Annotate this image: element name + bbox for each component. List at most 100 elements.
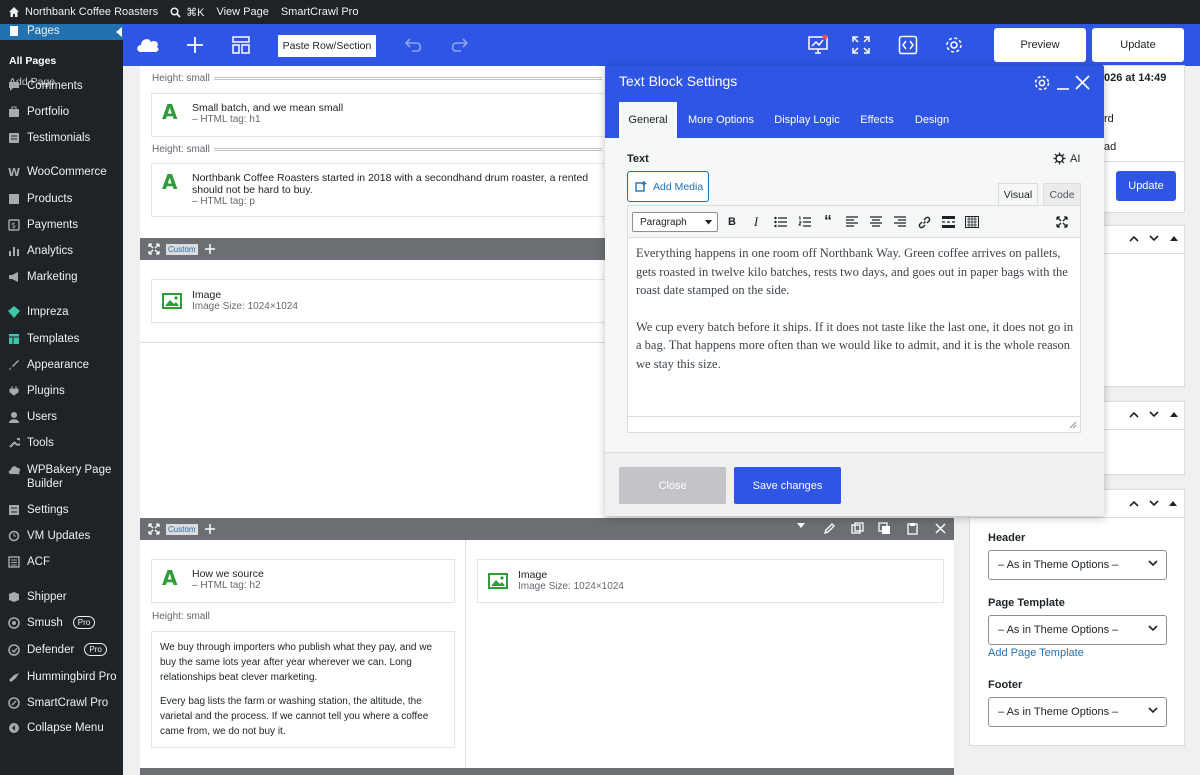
sidebar-item-users[interactable]: Users	[0, 410, 123, 424]
sidebar-item-analytics[interactable]: Analytics	[0, 244, 123, 258]
modal-gear-icon[interactable]	[1033, 74, 1051, 92]
view-page-link[interactable]: View Page	[216, 6, 268, 18]
sidebar-item-defender[interactable]: Defender Pro	[0, 643, 123, 657]
copy-icon[interactable]	[878, 522, 891, 535]
edit-icon[interactable]	[823, 522, 836, 535]
visual-tab[interactable]: Visual	[998, 183, 1038, 205]
bold-icon[interactable]: B	[724, 214, 740, 230]
move-icon[interactable]	[148, 243, 160, 255]
chevron-down-icon[interactable]	[1149, 411, 1159, 418]
align-right-icon[interactable]	[892, 214, 908, 230]
sidebar-item-pages[interactable]: Pages	[0, 24, 123, 38]
sidebar-item-templates[interactable]: Templates	[0, 332, 123, 346]
toolbar-toggle-icon[interactable]	[964, 214, 980, 230]
tab-effects[interactable]: Effects	[855, 102, 899, 138]
expand-editor-icon[interactable]	[1054, 214, 1070, 230]
add-icon[interactable]	[204, 243, 216, 255]
header-select[interactable]: – As in Theme Options –	[988, 550, 1167, 580]
sidebar-item-tools[interactable]: Tools	[0, 436, 123, 450]
sidebar-item-testimonials[interactable]: Testimonials	[0, 131, 123, 145]
templates-icon[interactable]	[231, 35, 251, 55]
editor-content[interactable]: Everything happens in one room off North…	[636, 244, 1076, 373]
resize-handle-icon[interactable]	[1069, 421, 1077, 429]
blockquote-icon[interactable]: “	[820, 213, 836, 230]
sidebar-item-smush[interactable]: Smush Pro	[0, 616, 123, 630]
custom-tag[interactable]: Custom	[166, 523, 198, 535]
bullet-list-icon[interactable]	[772, 214, 788, 230]
sidebar-item-vm-updates[interactable]: VM Updates	[0, 529, 123, 543]
sidebar-item-portfolio[interactable]: Portfolio	[0, 105, 123, 119]
sidebar-update-button[interactable]: Update	[1116, 171, 1176, 201]
paste-icon[interactable]	[906, 522, 919, 535]
numbered-list-icon[interactable]	[796, 214, 812, 230]
delete-icon[interactable]	[934, 522, 947, 535]
sidebar-item-woocommerce[interactable]: W WooCommerce	[0, 165, 123, 179]
align-left-icon[interactable]	[844, 214, 860, 230]
paste-row-button[interactable]: Paste Row/Section	[278, 35, 376, 57]
text-block-element[interactable]: We buy through importers who publish wha…	[152, 632, 454, 747]
tab-design[interactable]: Design	[909, 102, 955, 138]
sidebar-item-comments[interactable]: Comments	[0, 79, 123, 93]
code-tab[interactable]: Code	[1043, 183, 1081, 205]
sidebar-item-collapse-menu[interactable]: Collapse Menu	[0, 721, 123, 735]
sidebar-item-shipper[interactable]: Shipper	[0, 590, 123, 604]
minimize-icon[interactable]	[1056, 75, 1070, 91]
sidebar-item-wpbakery-page-builder[interactable]: WPBakery Page Builder	[0, 463, 123, 491]
ai-button[interactable]: AI	[1053, 152, 1080, 165]
align-center-icon[interactable]	[868, 214, 884, 230]
undo-icon[interactable]	[403, 35, 425, 55]
sidebar-item-appearance[interactable]: Appearance	[0, 358, 123, 372]
sidebar-item-settings[interactable]: Settings	[0, 503, 123, 517]
image-element-2[interactable]: Image Image Size: 1024×1024	[478, 560, 943, 602]
chevron-up-icon[interactable]	[1129, 411, 1139, 418]
chevron-down-icon[interactable]	[1149, 500, 1159, 507]
link-icon[interactable]	[916, 214, 932, 230]
heading-element-h2[interactable]: A How we source – HTML tag: h2	[152, 560, 454, 602]
dropdown-icon[interactable]	[797, 523, 805, 529]
tab-display-logic[interactable]: Display Logic	[769, 102, 845, 138]
sidebar-item-payments[interactable]: $ Payments	[0, 218, 123, 232]
toggle-arrow-icon[interactable]	[1169, 500, 1177, 506]
chevron-down-icon[interactable]	[1149, 235, 1159, 242]
close-icon[interactable]	[1075, 75, 1090, 90]
tab-more-options[interactable]: More Options	[683, 102, 759, 138]
sidebar-item-acf[interactable]: ACF	[0, 555, 123, 569]
toggle-arrow-icon[interactable]	[1170, 235, 1178, 241]
custom-code-icon[interactable]	[898, 35, 918, 55]
close-button[interactable]: Close	[619, 467, 726, 504]
sidebar-item-products[interactable]: Products	[0, 192, 123, 206]
add-media-button[interactable]: Add Media	[627, 171, 709, 202]
italic-icon[interactable]: I	[748, 214, 764, 230]
read-more-icon[interactable]	[940, 214, 956, 230]
chevron-up-icon[interactable]	[1129, 500, 1139, 507]
redo-icon[interactable]	[448, 35, 470, 55]
seo-analysis-icon[interactable]	[807, 34, 829, 56]
plugin-link[interactable]: SmartCrawl Pro	[281, 6, 359, 18]
preview-button[interactable]: Preview	[994, 28, 1086, 62]
site-link[interactable]: Northbank Coffee Roasters	[8, 6, 158, 18]
paragraph-element[interactable]: A Northbank Coffee Roasters started in 2…	[152, 164, 605, 216]
sidebar-item-marketing[interactable]: Marketing	[0, 270, 123, 284]
sidebar-item-hummingbird-pro[interactable]: Hummingbird Pro	[0, 670, 123, 684]
format-select[interactable]: Paragraph	[632, 212, 718, 232]
clone-icon[interactable]	[851, 522, 864, 535]
heading-element[interactable]: A Small batch, and we mean small – HTML t…	[152, 94, 605, 136]
add-element-icon[interactable]	[185, 35, 205, 55]
sidebar-sub-all-pages[interactable]: All Pages	[9, 55, 56, 67]
image-element[interactable]: Image Image Size: 1024×1024	[152, 280, 605, 322]
page-template-select[interactable]: – As in Theme Options –	[988, 615, 1167, 645]
move-icon[interactable]	[148, 523, 160, 535]
sidebar-item-plugins[interactable]: Plugins	[0, 384, 123, 398]
footer-select[interactable]: – As in Theme Options –	[988, 697, 1167, 727]
sidebar-item-impreza[interactable]: Impreza	[0, 305, 123, 319]
update-button[interactable]: Update	[1092, 28, 1184, 62]
search-command[interactable]: ⌘K	[170, 6, 204, 19]
add-page-template-link[interactable]: Add Page Template	[988, 647, 1084, 659]
custom-tag[interactable]: Custom	[166, 243, 198, 255]
toggle-arrow-icon[interactable]	[1170, 411, 1178, 417]
chevron-up-icon[interactable]	[1129, 235, 1139, 242]
page-settings-gear-icon[interactable]	[944, 35, 964, 55]
sidebar-item-smartcrawl-pro[interactable]: SmartCrawl Pro	[0, 696, 123, 710]
tab-general[interactable]: General	[619, 102, 677, 138]
wpbakery-logo-icon[interactable]	[135, 34, 161, 54]
